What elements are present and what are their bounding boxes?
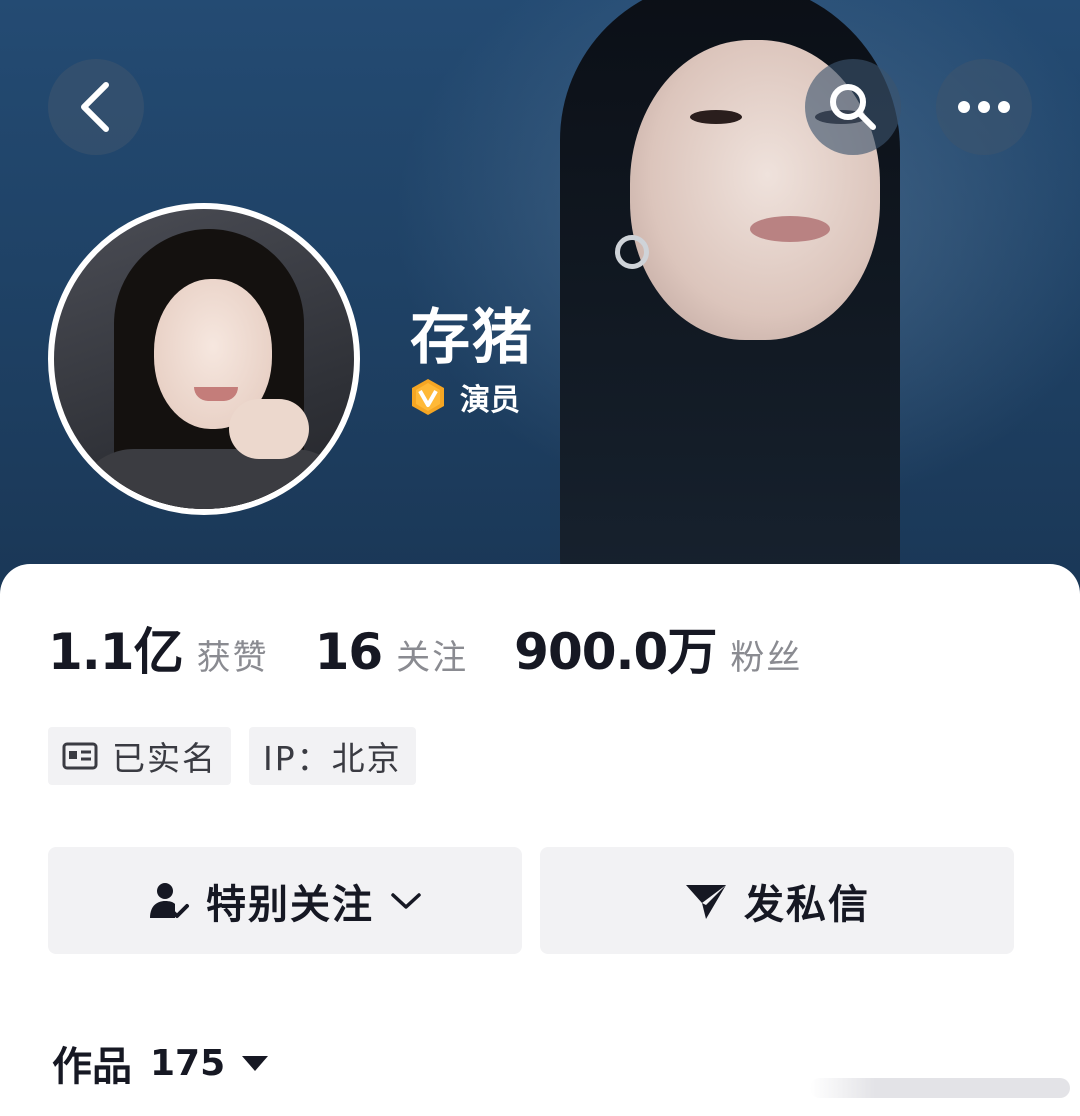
cover-earring <box>615 235 649 269</box>
tag-real-name[interactable]: 已实名 <box>48 727 231 785</box>
stat-likes[interactable]: 1.1亿 获赞 <box>48 612 269 684</box>
verification-label: 演员 <box>460 383 520 418</box>
user-check-icon <box>148 880 190 922</box>
cover-eye-left <box>690 110 742 124</box>
v-verified-badge-icon <box>412 379 444 415</box>
special-follow-label: 特别关注 <box>206 881 374 928</box>
send-message-button[interactable]: 发私信 <box>540 847 1014 954</box>
tag-ip-location-label: IP：北京 <box>263 739 402 778</box>
stat-following-label: 关注 <box>396 638 469 678</box>
avatar[interactable] <box>48 203 360 515</box>
profile-nickname: 存猪 <box>410 303 534 373</box>
stat-likes-label: 获赞 <box>196 638 269 678</box>
works-count: 175 <box>150 1042 226 1084</box>
avatar-shirt <box>74 449 354 509</box>
id-card-icon <box>62 742 98 770</box>
chevron-left-icon <box>81 82 109 132</box>
profile-tags: 已实名 IP：北京 <box>48 727 434 785</box>
works-tab[interactable]: 作品 175 <box>52 1034 269 1092</box>
send-message-label: 发私信 <box>744 881 870 928</box>
stat-followers-value: 900.0万 <box>514 623 717 681</box>
stat-likes-value: 1.1亿 <box>48 623 184 681</box>
works-tab-label: 作品 <box>52 1044 132 1090</box>
search-icon <box>830 84 876 130</box>
tag-real-name-label: 已实名 <box>112 739 217 778</box>
search-button[interactable] <box>805 59 901 155</box>
avatar-hand <box>229 399 309 459</box>
back-button[interactable] <box>48 59 144 155</box>
loading-bar <box>810 1078 1070 1098</box>
stat-following[interactable]: 16 关注 <box>315 623 469 681</box>
caret-down-icon <box>241 1054 269 1072</box>
profile-stats: 1.1亿 获赞 16 关注 900.0万 粉丝 <box>48 612 848 684</box>
profile-cover[interactable]: 存猪 演员 <box>0 0 1080 600</box>
chevron-down-icon <box>390 891 422 911</box>
more-button[interactable] <box>936 59 1032 155</box>
verification-badge[interactable]: 演员 <box>408 376 520 418</box>
special-follow-button[interactable]: 特别关注 <box>48 847 522 954</box>
cover-lips <box>750 216 830 242</box>
stat-followers-label: 粉丝 <box>730 638 803 678</box>
send-paper-plane-icon <box>684 881 728 921</box>
stat-following-value: 16 <box>314 623 384 681</box>
tag-ip-location[interactable]: IP：北京 <box>249 727 416 785</box>
stat-followers[interactable]: 900.0万 粉丝 <box>514 612 802 684</box>
more-dots-icon <box>958 101 1010 113</box>
